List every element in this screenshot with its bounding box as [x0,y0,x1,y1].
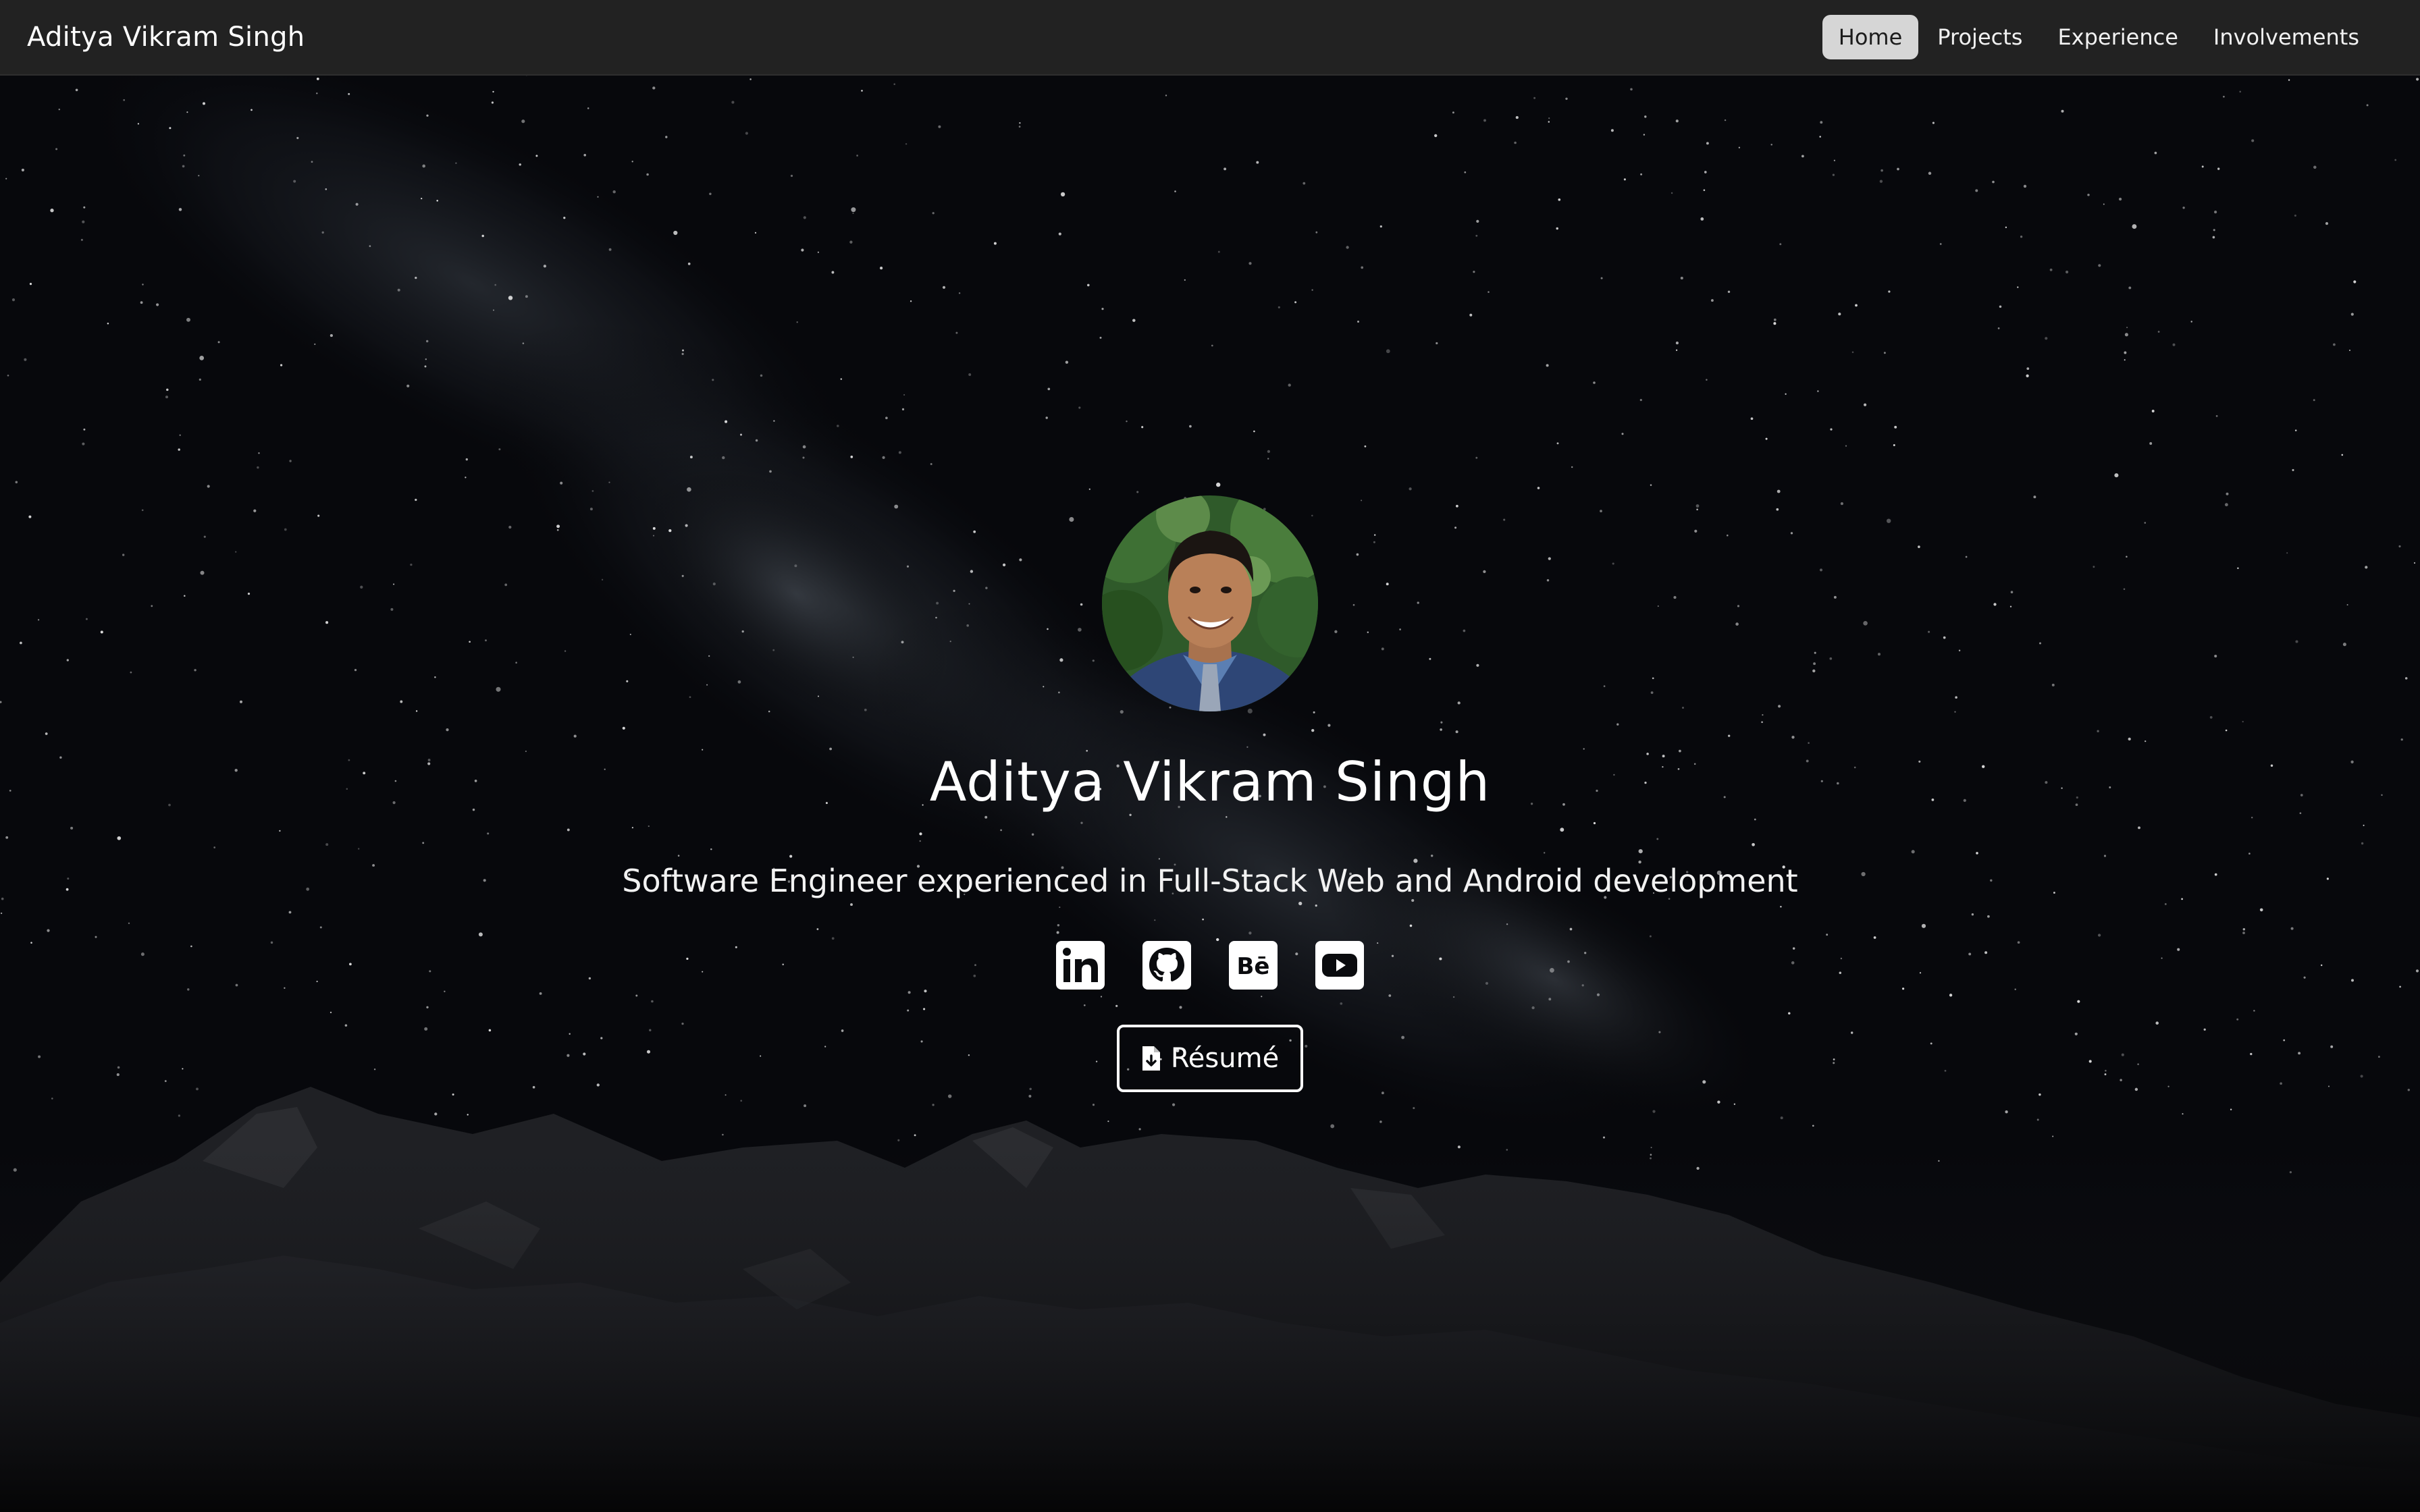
behance-icon[interactable]: Bē [1229,941,1278,990]
youtube-icon[interactable] [1315,941,1364,990]
nav-experience[interactable]: Experience [2041,15,2194,59]
brand-link[interactable]: Aditya Vikram Singh [27,22,305,53]
resume-label: Résumé [1170,1043,1280,1074]
linkedin-icon[interactable] [1056,941,1105,990]
hero-name: Aditya Vikram Singh [929,751,1491,813]
hero-tagline: Software Engineer experienced in Full-St… [622,863,1798,899]
social-links: Bē [1056,941,1364,990]
nav-links: Home Projects Experience Involvements [1822,15,2375,59]
hero-section: Aditya Vikram Singh Software Engineer ex… [0,0,2420,1512]
nav-home[interactable]: Home [1822,15,1919,59]
top-navbar: Aditya Vikram Singh Home Projects Experi… [0,0,2420,76]
avatar [1102,495,1318,711]
resume-button[interactable]: Résumé [1117,1025,1303,1092]
github-icon[interactable] [1142,941,1191,990]
file-download-icon [1142,1046,1160,1071]
nav-involvements[interactable]: Involvements [2197,15,2375,59]
svg-text:Bē: Bē [1237,953,1270,980]
nav-projects[interactable]: Projects [1921,15,2038,59]
